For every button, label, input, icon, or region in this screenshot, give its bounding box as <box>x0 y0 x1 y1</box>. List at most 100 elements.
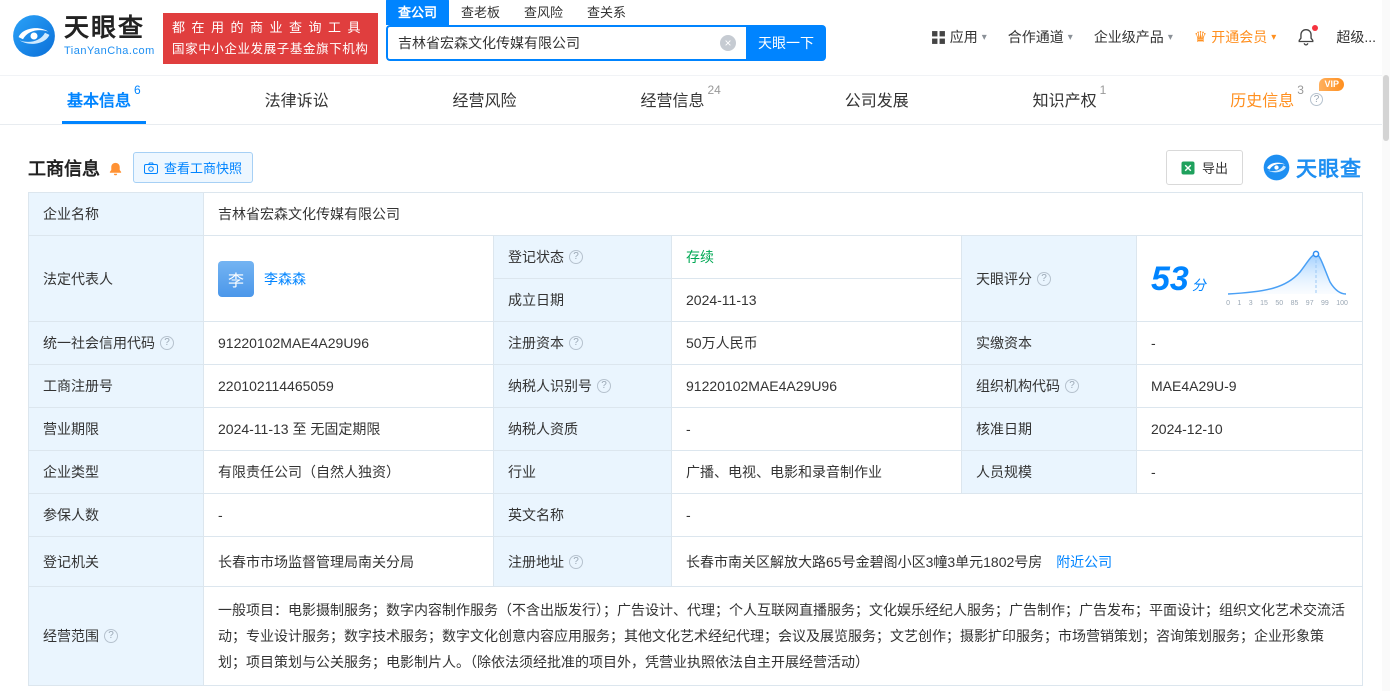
help-icon[interactable]: ? <box>1037 271 1051 286</box>
field-label-en-name: 英文名称 <box>493 493 672 537</box>
field-label-insured: 参保人数 <box>28 493 204 537</box>
field-label-reg-capital: 注册资本? <box>493 321 672 365</box>
field-label-credit-code: 统一社会信用代码? <box>28 321 204 365</box>
nav-enterprise[interactable]: 企业级产品 ▾ <box>1094 27 1173 47</box>
field-value-taxpayer-quality: - <box>671 407 962 451</box>
view-snapshot-button[interactable]: 查看工商快照 <box>133 152 254 183</box>
search-tabs: 查公司 查老板 查风险 查关系 <box>386 0 826 25</box>
field-value-score: 53 分 0 1 3 15 50 85 97 99 100 <box>1135 235 1364 322</box>
field-value-scope: 一般项目：电影摄制服务；数字内容制作服务（不含出版发行）；广告设计、代理；个人互… <box>202 586 1364 686</box>
legal-rep-avatar[interactable]: 李 <box>218 260 254 297</box>
field-value-est-date: 2024-11-13 <box>671 278 962 322</box>
field-value-industry: 广播、电视、电影和录音制作业 <box>671 450 962 494</box>
field-label-address: 注册地址? <box>493 536 672 587</box>
company-tab-bar: 基本信息 6 法律诉讼 经营风险 经营信息 24 公司发展 知识产权 1 历史信… <box>0 75 1390 125</box>
tab-label: 法律诉讼 <box>264 92 329 110</box>
field-label-paid-capital: 实缴资本 <box>961 321 1137 365</box>
search-area: 查公司 查老板 查风险 查关系 × 天眼一下 <box>386 0 826 61</box>
help-icon[interactable]: ? <box>1065 379 1079 393</box>
notification-bell[interactable] <box>1297 25 1319 46</box>
field-value-paid-capital: - <box>1135 321 1364 365</box>
help-icon[interactable]: ? <box>597 379 611 393</box>
tab-business-info[interactable]: 经营信息 24 <box>635 76 725 124</box>
top-header: 天眼查 TianYanCha.com 都在用的商业查询工具 国家中小企业发展子基… <box>0 0 1390 75</box>
help-icon[interactable]: ? <box>569 250 583 264</box>
tab-history-info[interactable]: 历史信息 3 ? VIP <box>1225 76 1344 124</box>
row-business-scope: 经营范围? 一般项目：电影摄制服务；数字内容制作服务（不含出版发行）；广告设计、… <box>28 586 1364 686</box>
nav-partner[interactable]: 合作通道 ▾ <box>1008 27 1073 47</box>
tab-count: 6 <box>134 83 141 97</box>
field-value-en-name: - <box>670 493 1364 537</box>
field-label-score: 天眼评分? <box>961 235 1137 322</box>
section-brand-logo[interactable]: 天眼查 <box>1263 153 1362 183</box>
field-value-reg-capital: 50万人民币 <box>671 321 962 365</box>
search-row: × 天眼一下 <box>386 25 826 61</box>
legal-rep-link[interactable]: 李森森 <box>264 269 306 289</box>
bell-icon <box>1298 29 1314 46</box>
tianyancha-logo-icon <box>13 15 55 57</box>
field-value-org-code: MAE4A29U-9 <box>1135 364 1364 408</box>
field-label-authority: 登记机关 <box>28 536 204 587</box>
business-info-table: 企业名称 吉林省宏森文化传媒有限公司 法定代表人 李 李森森 登记状态? 存续 … <box>28 192 1364 686</box>
search-tab-company[interactable]: 查公司 <box>386 0 450 25</box>
field-label-org-code: 组织机构代码? <box>961 364 1137 408</box>
field-label-taxpayer-quality: 纳税人资质 <box>493 407 672 451</box>
field-value-company-name: 吉林省宏森文化传媒有限公司 <box>202 192 1364 236</box>
field-label-term: 营业期限 <box>28 407 204 451</box>
tab-legal-litigation[interactable]: 法律诉讼 <box>260 76 334 124</box>
tab-basic-info[interactable]: 基本信息 6 <box>62 76 146 124</box>
logo-text: 天眼查 TianYanCha.com <box>64 15 155 57</box>
field-value-address: 长春市南关区解放大路65号金碧阁小区3幢3单元1802号房 附近公司 <box>670 536 1364 587</box>
help-icon[interactable]: ? <box>1309 93 1323 106</box>
camera-icon <box>144 162 158 174</box>
tab-intellectual-property[interactable]: 知识产权 1 <box>1028 76 1112 124</box>
row-legal-rep: 法定代表人 李 李森森 登记状态? 存续 天眼评分? 53 分 0 1 3 15… <box>28 235 1364 322</box>
nav-apps[interactable]: 应用 ▾ <box>931 27 987 47</box>
nav-super-vip[interactable]: 超级... <box>1336 27 1376 47</box>
row-reg-number: 工商注册号 220102114465059 纳税人识别号? 91220102MA… <box>28 364 1364 408</box>
slogan-line-1: 都在用的商业查询工具 <box>172 20 368 35</box>
tab-operating-risk[interactable]: 经营风险 <box>448 76 522 124</box>
help-icon[interactable]: ? <box>160 336 174 350</box>
row-company-type: 企业类型 有限责任公司（自然人独资） 行业 广播、电视、电影和录音制作业 人员规… <box>28 450 1364 494</box>
tab-label: 基本信息 <box>67 92 132 110</box>
search-button[interactable]: 天眼一下 <box>746 25 826 61</box>
scrollbar-thumb[interactable] <box>1383 75 1389 141</box>
tab-count: 3 <box>1297 83 1304 97</box>
nav-open-vip[interactable]: ♛ 开通会员 ▾ <box>1194 27 1276 47</box>
tianyancha-logo-icon <box>1263 154 1290 181</box>
section-title: 工商信息 <box>28 158 100 179</box>
field-label-taxpayer-no: 纳税人识别号? <box>493 364 672 408</box>
tab-count: 24 <box>707 83 721 97</box>
brand-slogan-badge: 都在用的商业查询工具 国家中小企业发展子基金旗下机构 <box>163 13 378 64</box>
nearby-companies-link[interactable]: 附近公司 <box>1056 554 1112 570</box>
export-button[interactable]: 导出 <box>1165 150 1243 185</box>
field-label-reg-no: 工商注册号 <box>28 364 204 408</box>
help-icon[interactable]: ? <box>569 554 583 569</box>
section-header-right: 导出 天眼查 <box>1165 150 1362 185</box>
tab-label: 历史信息 <box>1230 92 1295 110</box>
export-label: 导出 <box>1201 161 1228 176</box>
search-input-wrap: × <box>386 25 746 61</box>
monitor-bell-icon[interactable] <box>108 161 123 177</box>
field-value-staff: - <box>1135 450 1364 494</box>
tianyancha-logo[interactable]: 天眼查 TianYanCha.com <box>12 14 155 58</box>
nav-partner-label: 合作通道 <box>1007 29 1064 45</box>
field-label-industry: 行业 <box>493 450 672 494</box>
nav-apps-label: 应用 <box>949 29 978 45</box>
view-snapshot-label: 查看工商快照 <box>164 161 243 176</box>
field-value-legal-rep: 李 李森森 <box>203 235 494 322</box>
nav-super-vip-label: 超级... <box>1336 29 1376 45</box>
field-label-reg-status: 登记状态? <box>493 235 672 279</box>
excel-export-icon <box>1181 161 1195 174</box>
help-icon[interactable]: ? <box>569 336 583 350</box>
help-icon[interactable]: ? <box>104 629 118 643</box>
search-tab-relation[interactable]: 查关系 <box>575 0 638 25</box>
search-tab-boss[interactable]: 查老板 <box>449 0 512 25</box>
search-tab-risk[interactable]: 查风险 <box>512 0 575 25</box>
tab-company-development[interactable]: 公司发展 <box>840 76 914 124</box>
tab-label: 经营风险 <box>452 92 517 110</box>
search-input[interactable] <box>386 25 746 61</box>
clear-search-icon[interactable]: × <box>720 35 736 51</box>
vertical-scrollbar <box>1382 0 1390 691</box>
